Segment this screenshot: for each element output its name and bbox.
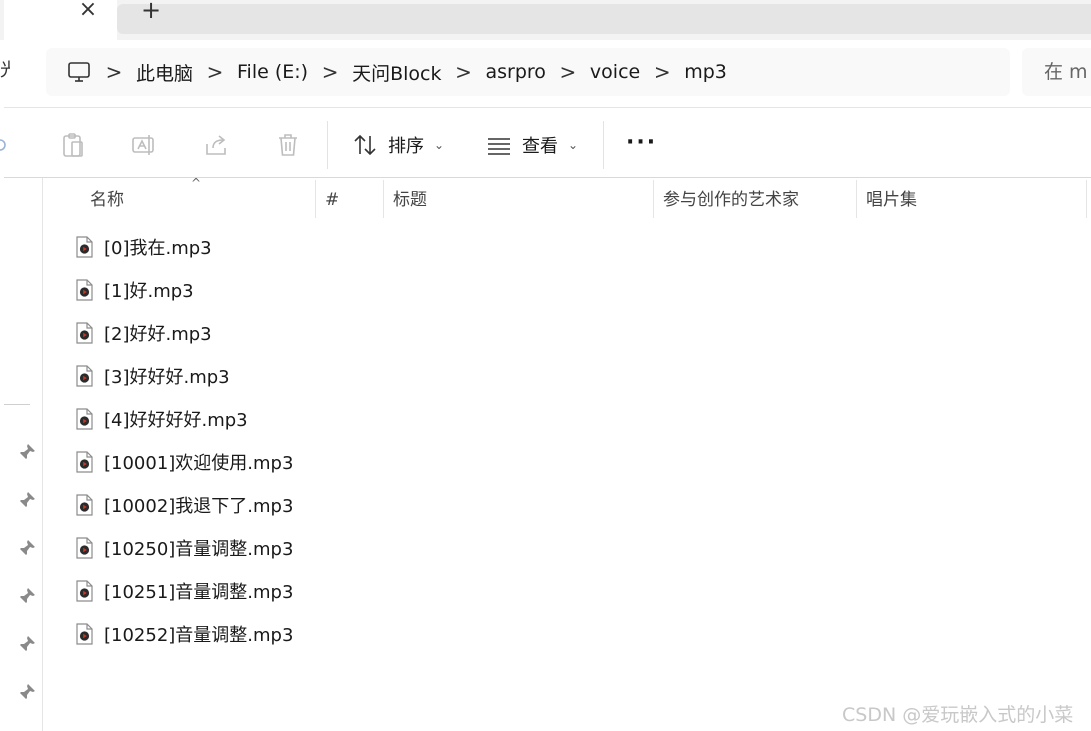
file-name: [10251]音量调整.mp3: [104, 582, 294, 603]
cut-icon[interactable]: [0, 132, 26, 158]
column-header-album[interactable]: 唱片集: [866, 182, 917, 218]
sort-ascending-icon: ^: [191, 176, 202, 190]
file-name: [4]好好好好.mp3: [104, 410, 248, 431]
breadcrumb-chevron-icon[interactable]: >: [451, 60, 475, 84]
file-row[interactable]: [10250]音量调整.mp3: [74, 528, 293, 568]
file-row[interactable]: [4]好好好好.mp3: [74, 399, 248, 439]
file-row[interactable]: [3]好好好.mp3: [74, 356, 230, 396]
pin-icon[interactable]: [18, 443, 36, 461]
column-header-number[interactable]: #: [325, 182, 339, 218]
file-name: [10250]音量调整.mp3: [104, 539, 294, 560]
nav-separator: [4, 404, 30, 405]
sort-label: 排序: [388, 136, 424, 157]
more-options-icon[interactable]: ···: [626, 130, 657, 155]
pin-icon[interactable]: [18, 539, 36, 557]
this-pc-icon[interactable]: [66, 59, 92, 85]
active-tab[interactable]: ×: [4, 0, 117, 40]
pin-icon[interactable]: [18, 587, 36, 605]
audio-file-icon: [76, 236, 93, 258]
toolbar-separator: [603, 121, 604, 169]
audio-file-icon: [76, 623, 93, 645]
breadcrumb-chevron-icon[interactable]: >: [102, 60, 126, 84]
file-row[interactable]: [10252]音量调整.mp3: [74, 614, 293, 654]
toolbar-separator: [327, 121, 328, 169]
rename-icon[interactable]: [131, 132, 157, 158]
nav-back-cut-icon[interactable]: 光: [0, 56, 10, 82]
breadcrumb-this-pc[interactable]: 此电脑: [136, 59, 193, 86]
column-separator[interactable]: [856, 180, 857, 218]
address-bar[interactable]: > 此电脑 > File (E:) > 天问Block > asrpro > v…: [46, 48, 1010, 96]
file-name: [2]好好.mp3: [104, 324, 212, 345]
column-separator[interactable]: [315, 180, 316, 218]
breadcrumb-chevron-icon[interactable]: >: [318, 60, 342, 84]
audio-file-icon: [76, 408, 93, 430]
column-header-artist[interactable]: 参与创作的艺术家: [663, 182, 799, 218]
file-name: [1]好.mp3: [104, 281, 194, 302]
watermark: CSDN @爱玩嵌入式的小菜: [842, 704, 1074, 726]
column-separator[interactable]: [653, 180, 654, 218]
file-name: [3]好好好.mp3: [104, 367, 230, 388]
paste-icon[interactable]: [60, 132, 86, 158]
audio-file-icon: [76, 365, 93, 387]
file-name: [10002]我退下了.mp3: [104, 496, 294, 517]
view-lines-icon: [488, 138, 510, 155]
breadcrumb-asrpro[interactable]: asrpro: [485, 61, 545, 83]
breadcrumb-chevron-icon[interactable]: >: [203, 60, 227, 84]
audio-file-icon: [76, 494, 93, 516]
breadcrumb-drive-e[interactable]: File (E:): [237, 61, 308, 83]
breadcrumb-tianwen-block[interactable]: 天问Block: [352, 59, 441, 86]
chevron-down-icon: ⌄: [568, 138, 579, 152]
column-separator[interactable]: [1086, 180, 1087, 218]
pin-icon[interactable]: [18, 683, 36, 701]
column-header-name[interactable]: 名称: [90, 182, 124, 218]
file-row[interactable]: [2]好好.mp3: [74, 313, 212, 353]
view-button[interactable]: 查看 ⌄: [486, 128, 578, 162]
chevron-down-icon: ⌄: [434, 138, 445, 152]
file-name: [10252]音量调整.mp3: [104, 625, 294, 646]
breadcrumb-voice[interactable]: voice: [590, 61, 640, 83]
close-tab-icon[interactable]: ×: [74, 0, 102, 24]
new-tab-icon[interactable]: +: [136, 0, 166, 25]
breadcrumb-mp3[interactable]: mp3: [684, 61, 727, 83]
breadcrumb-chevron-icon[interactable]: >: [556, 60, 580, 84]
pin-icon[interactable]: [18, 635, 36, 653]
file-row[interactable]: [10251]音量调整.mp3: [74, 571, 293, 611]
audio-file-icon: [76, 537, 93, 559]
audio-file-icon: [76, 451, 93, 473]
pin-icon[interactable]: [18, 491, 36, 509]
share-icon[interactable]: [203, 132, 229, 158]
tab-strip-empty: [117, 4, 1091, 34]
delete-icon[interactable]: [275, 132, 301, 158]
file-row[interactable]: [1]好.mp3: [74, 270, 194, 310]
audio-file-icon: [76, 279, 93, 301]
audio-file-icon: [76, 580, 93, 602]
breadcrumb-chevron-icon[interactable]: >: [650, 60, 674, 84]
view-label: 查看: [522, 136, 558, 157]
column-header-title[interactable]: 标题: [393, 182, 427, 218]
navigation-pane-border[interactable]: [42, 178, 43, 731]
sort-button[interactable]: 排序 ⌄: [352, 128, 444, 162]
audio-file-icon: [76, 322, 93, 344]
column-separator[interactable]: [383, 180, 384, 218]
divider: [4, 177, 1091, 178]
file-row[interactable]: [10001]欢迎使用.mp3: [74, 442, 293, 482]
file-name: [0]我在.mp3: [104, 238, 212, 259]
sort-icon: [354, 134, 376, 156]
file-name: [10001]欢迎使用.mp3: [104, 453, 294, 474]
file-row[interactable]: [0]我在.mp3: [74, 227, 212, 267]
search-input[interactable]: 在 m: [1022, 48, 1091, 96]
file-row[interactable]: [10002]我退下了.mp3: [74, 485, 293, 525]
